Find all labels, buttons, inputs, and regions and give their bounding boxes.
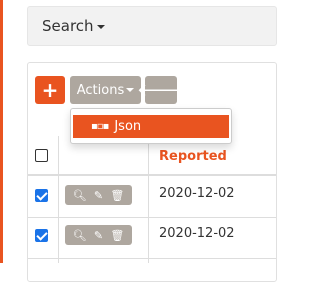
select-all-checkbox[interactable]: [35, 149, 48, 162]
actions-menu: ▪▫▪ Json: [70, 108, 232, 144]
left-accent-border: [0, 0, 3, 263]
search-icon[interactable]: 🔍︎: [73, 189, 87, 202]
column-header-reported[interactable]: Reported: [159, 149, 227, 164]
row-divider: [28, 217, 276, 218]
edit-icon[interactable]: ✎: [94, 229, 103, 242]
caret-down-icon: [126, 88, 135, 92]
back-button[interactable]: 🡐: [137, 76, 185, 104]
actions-dropdown-button[interactable]: Actions: [70, 76, 141, 104]
arrow-left-icon: 🡐: [136, 79, 186, 101]
cell-reported: 2020-12-02: [159, 226, 235, 241]
actions-menu-item-label: Json: [114, 119, 142, 134]
edit-icon[interactable]: ✎: [94, 189, 103, 202]
search-dropdown-toggle[interactable]: Search: [42, 17, 105, 35]
search-icon[interactable]: 🔍︎: [73, 229, 87, 242]
search-panel: Search: [27, 6, 277, 46]
row-checkbox[interactable]: [35, 229, 48, 242]
trash-icon[interactable]: 🗑︎: [110, 189, 124, 202]
row-actions: 🔍︎ ✎ 🗑︎: [65, 225, 132, 245]
trash-icon[interactable]: 🗑︎: [110, 229, 124, 242]
search-label: Search: [42, 17, 94, 35]
column-divider: [58, 136, 59, 263]
row-checkbox[interactable]: [35, 189, 48, 202]
row-divider: [28, 258, 276, 259]
column-divider: [148, 136, 149, 263]
actions-menu-item-json[interactable]: ▪▫▪ Json: [73, 115, 229, 138]
row-actions: 🔍︎ ✎ 🗑︎: [65, 185, 132, 205]
add-button[interactable]: +: [35, 76, 65, 104]
table-header-divider: [28, 174, 276, 176]
cell-reported: 2020-12-02: [159, 186, 235, 201]
actions-label: Actions: [76, 82, 125, 98]
json-grid-icon: ▪▫▪: [91, 121, 109, 132]
caret-down-icon: [96, 24, 105, 29]
